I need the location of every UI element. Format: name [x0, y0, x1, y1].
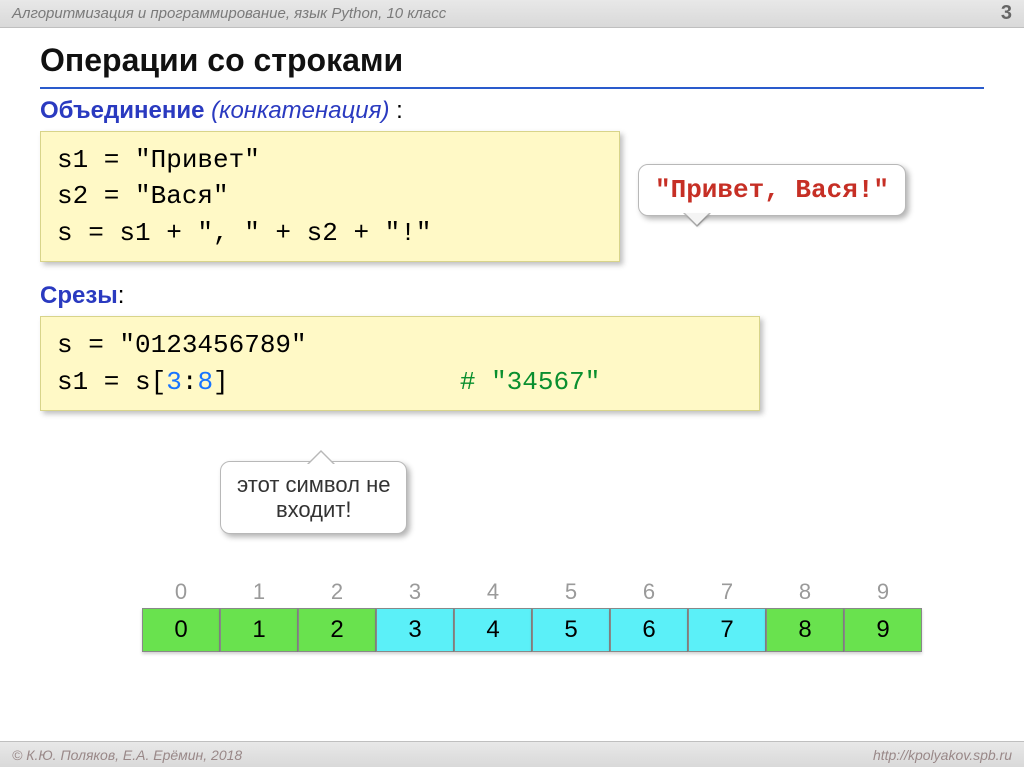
- index-cell: 6: [610, 576, 688, 608]
- index-cell: 1: [220, 576, 298, 608]
- result-callout: "Привет, Вася!": [638, 164, 906, 216]
- index-cell: 5: [532, 576, 610, 608]
- concat-label-suffix: :: [389, 97, 402, 124]
- code-frag: s1 = s[: [57, 367, 166, 397]
- code-frag: :: [182, 367, 198, 397]
- footer-bar: © К.Ю. Поляков, Е.А. Ерёмин, 2018 http:/…: [0, 741, 1024, 767]
- code-line: s1 = "Привет": [57, 142, 603, 178]
- index-cell: 7: [688, 576, 766, 608]
- index-cell: 0: [142, 576, 220, 608]
- slice-label-suffix: :: [118, 282, 125, 309]
- value-cell: 8: [766, 608, 844, 652]
- slice-label-bold: Срезы: [40, 282, 118, 309]
- code-line: s2 = "Вася": [57, 178, 603, 214]
- value-cell: 2: [298, 608, 376, 652]
- value-cell: 3: [376, 608, 454, 652]
- note-line: входит!: [237, 497, 390, 522]
- header-bar: Алгоритмизация и программирование, язык …: [0, 0, 1024, 28]
- code-comment: # "34567": [460, 367, 600, 397]
- value-cell: 7: [688, 608, 766, 652]
- code-line: s = "0123456789": [57, 327, 743, 363]
- index-cell: 2: [298, 576, 376, 608]
- page-title: Операции со строками: [40, 42, 984, 79]
- value-cell: 0: [142, 608, 220, 652]
- index-row: 0123456789: [142, 576, 922, 608]
- footer-left: © К.Ю. Поляков, Е.А. Ерёмин, 2018: [12, 747, 242, 763]
- concat-label-bold: Объединение: [40, 97, 204, 124]
- value-cell: 6: [610, 608, 688, 652]
- code-frag: ]: [213, 367, 229, 397]
- note-line: этот символ не: [237, 472, 390, 497]
- value-cell: 5: [532, 608, 610, 652]
- footer-right: http://kpolyakov.spb.ru: [873, 747, 1012, 763]
- code-line: s1 = s[3:8] # "34567": [57, 364, 743, 400]
- code-frag: 3: [166, 367, 182, 397]
- index-cell: 3: [376, 576, 454, 608]
- section-slice-label: Срезы:: [40, 282, 984, 310]
- index-cell: 4: [454, 576, 532, 608]
- note-callout: этот символ не входит!: [220, 461, 407, 534]
- value-cell: 9: [844, 608, 922, 652]
- code-block-slice: s = "0123456789" s1 = s[3:8] # "34567": [40, 316, 760, 411]
- index-table: 0123456789 0123456789: [142, 576, 922, 652]
- index-cell: 9: [844, 576, 922, 608]
- result-text: "Привет, Вася!": [655, 175, 889, 205]
- code-line: s = s1 + ", " + s2 + "!": [57, 215, 603, 251]
- value-row: 0123456789: [142, 608, 922, 652]
- breadcrumb: Алгоритмизация и программирование, язык …: [12, 5, 446, 22]
- concat-label-italic: (конкатенация): [211, 97, 389, 124]
- title-divider: [40, 87, 984, 89]
- code-frag: 8: [197, 367, 213, 397]
- index-cell: 8: [766, 576, 844, 608]
- value-cell: 1: [220, 608, 298, 652]
- section-concat-label: Объединение (конкатенация) :: [40, 97, 984, 125]
- page-number: 3: [1001, 2, 1012, 25]
- value-cell: 4: [454, 608, 532, 652]
- code-block-concat: s1 = "Привет" s2 = "Вася" s = s1 + ", " …: [40, 131, 620, 262]
